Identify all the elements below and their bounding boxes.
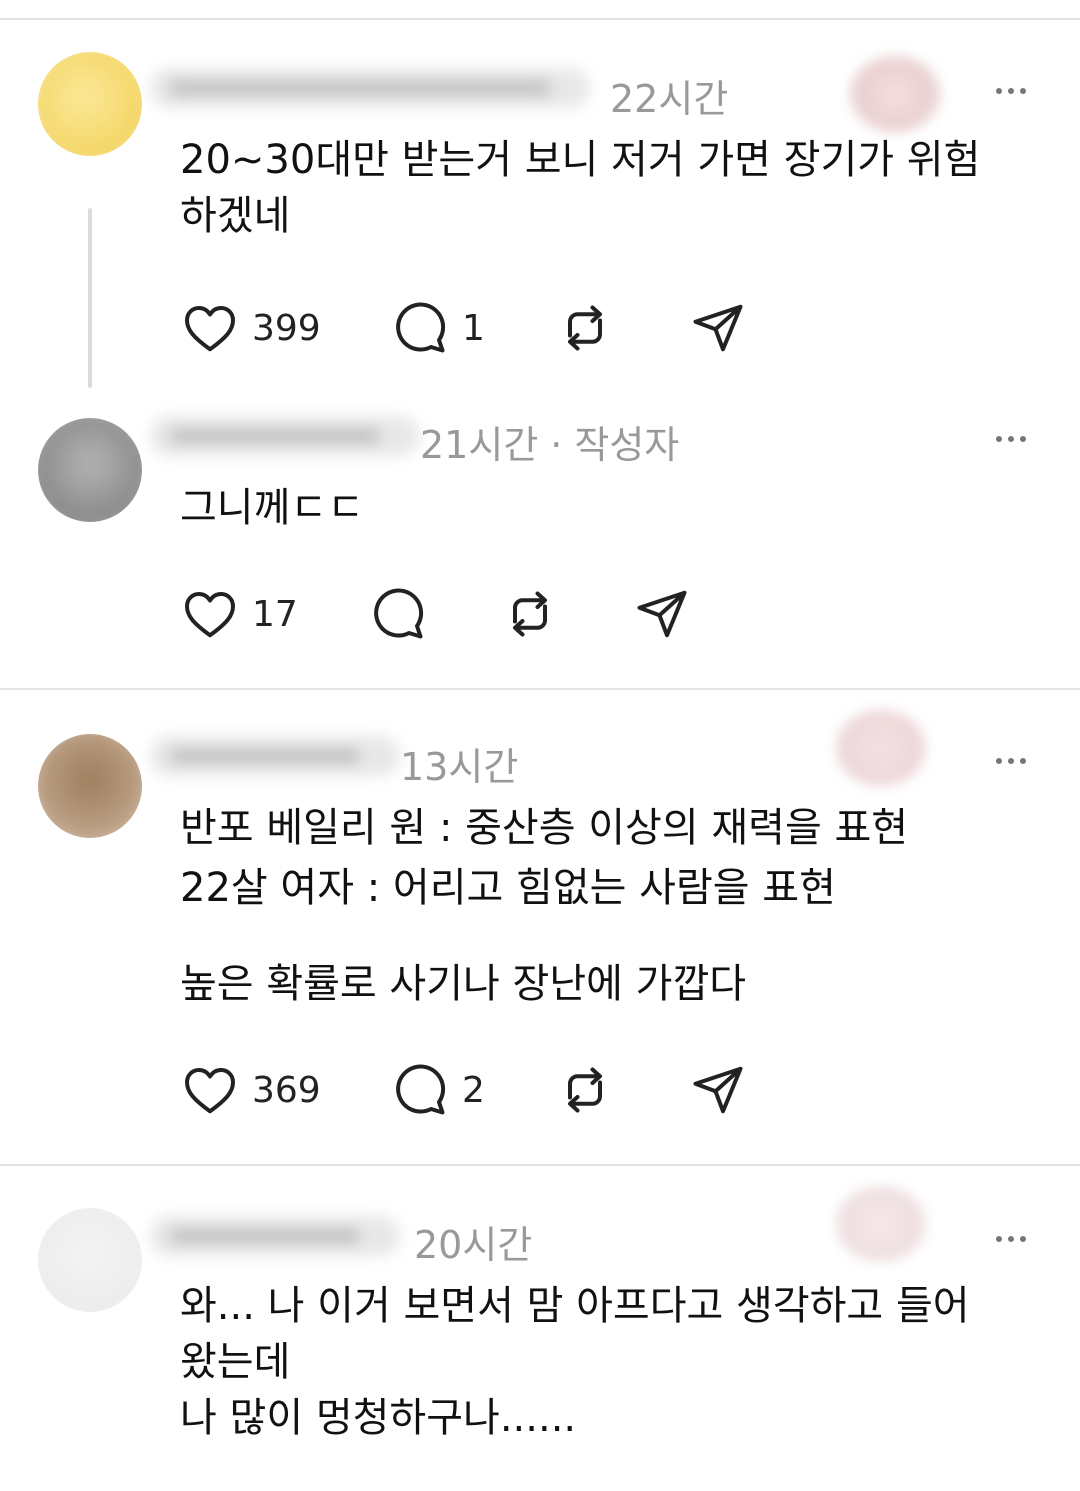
timestamp: 21시간 (420, 423, 539, 467)
like-button[interactable]: 399 (180, 298, 321, 358)
reply-count: 1 (462, 307, 485, 349)
reply-count: 2 (462, 1069, 485, 1111)
more-dots-icon[interactable] (996, 436, 1026, 442)
like-button[interactable]: 17 (180, 584, 298, 644)
repost-button[interactable] (555, 298, 615, 358)
like-button[interactable]: 369 (180, 1060, 321, 1120)
comment-meta: 20시간 (414, 1214, 532, 1269)
speech-bubble-icon (396, 1064, 446, 1115)
username-redacted[interactable] (150, 1216, 400, 1256)
repost-icon (513, 591, 547, 637)
comment-text: 반포 베일리 원 : 중산층 이상의 재력을 표현 22살 여자 : 어리고 힘… (180, 800, 1050, 1012)
top-divider (0, 18, 1080, 20)
comment-actions: 399 1 (180, 298, 780, 358)
repost-icon (568, 1067, 602, 1113)
comment-text-line (180, 910, 1050, 956)
heart-icon (185, 592, 235, 638)
comment-actions: 17 (180, 584, 700, 644)
comment-divider (0, 688, 1080, 690)
comment-meta: 21시간 · 작성자 (420, 414, 679, 469)
more-dots-icon[interactable] (996, 88, 1026, 94)
repost-icon (568, 305, 602, 351)
comment-text: 와... 나 이거 보면서 맘 아프다고 생각하고 들어 왔는데 나 많이 멍청… (180, 1278, 1050, 1446)
comment-text-line: 20~30대만 받는거 보니 저거 가면 장기가 위험 (180, 137, 981, 183)
comment-meta: 22시간 (610, 68, 728, 123)
comment-text: 그니께ㄷㄷ (180, 480, 1050, 536)
like-count: 369 (252, 1069, 321, 1111)
comment-actions: 369 2 (180, 1060, 780, 1120)
speech-bubble-icon (396, 302, 446, 353)
heart-icon (185, 306, 235, 352)
avatar[interactable] (38, 418, 142, 522)
comment-text-line: 하겠네 (180, 193, 291, 239)
share-button[interactable] (688, 1060, 748, 1120)
heart-icon (185, 1068, 235, 1114)
avatar[interactable] (38, 1208, 142, 1312)
comment-divider (0, 1164, 1080, 1166)
reply-button[interactable] (368, 584, 428, 644)
timestamp: 22시간 (610, 77, 729, 121)
send-icon (693, 1066, 743, 1114)
comment-text-line: 22살 여자 : 어리고 힘없는 사람을 표현 (180, 865, 836, 911)
username-redacted[interactable] (150, 416, 420, 456)
profile-badge-redacted (850, 56, 940, 132)
speech-bubble-icon (374, 588, 424, 639)
send-icon (693, 304, 743, 352)
repost-button[interactable] (555, 1060, 615, 1120)
profile-badge-redacted (836, 710, 926, 786)
more-dots-icon[interactable] (996, 1236, 1026, 1242)
comment-text-line: 나 많이 멍청하구나...... (180, 1395, 577, 1441)
author-tag: 작성자 (574, 423, 680, 467)
username-redacted[interactable] (150, 736, 400, 776)
avatar[interactable] (38, 52, 142, 156)
timestamp: 13시간 (400, 745, 519, 789)
comment-text-line: 높은 확률로 사기나 장난에 가깝다 (180, 961, 747, 1007)
share-button[interactable] (632, 584, 692, 644)
thread-connector (88, 208, 92, 388)
more-dots-icon[interactable] (996, 758, 1026, 764)
send-icon (637, 590, 687, 638)
reply-button[interactable]: 2 (390, 1060, 485, 1120)
timestamp: 20시간 (414, 1223, 533, 1267)
like-count: 399 (252, 307, 321, 349)
avatar[interactable] (38, 734, 142, 838)
comment-text-line: 그니께ㄷㄷ (180, 485, 364, 531)
share-button[interactable] (688, 298, 748, 358)
profile-badge-redacted (836, 1186, 926, 1262)
like-count: 17 (252, 593, 298, 635)
comment-text: 20~30대만 받는거 보니 저거 가면 장기가 위험 하겠네 (180, 132, 1050, 244)
comment-text-line: 와... 나 이거 보면서 맘 아프다고 생각하고 들어 (180, 1283, 970, 1329)
reply-button[interactable]: 1 (390, 298, 485, 358)
comment-text-line: 왔는데 (180, 1339, 291, 1385)
comment-meta: 13시간 (400, 736, 518, 791)
repost-button[interactable] (500, 584, 560, 644)
username-redacted[interactable] (150, 68, 590, 108)
meta-separator: · (550, 423, 563, 467)
comment-text-line: 반포 베일리 원 : 중산층 이상의 재력을 표현 (180, 805, 909, 851)
